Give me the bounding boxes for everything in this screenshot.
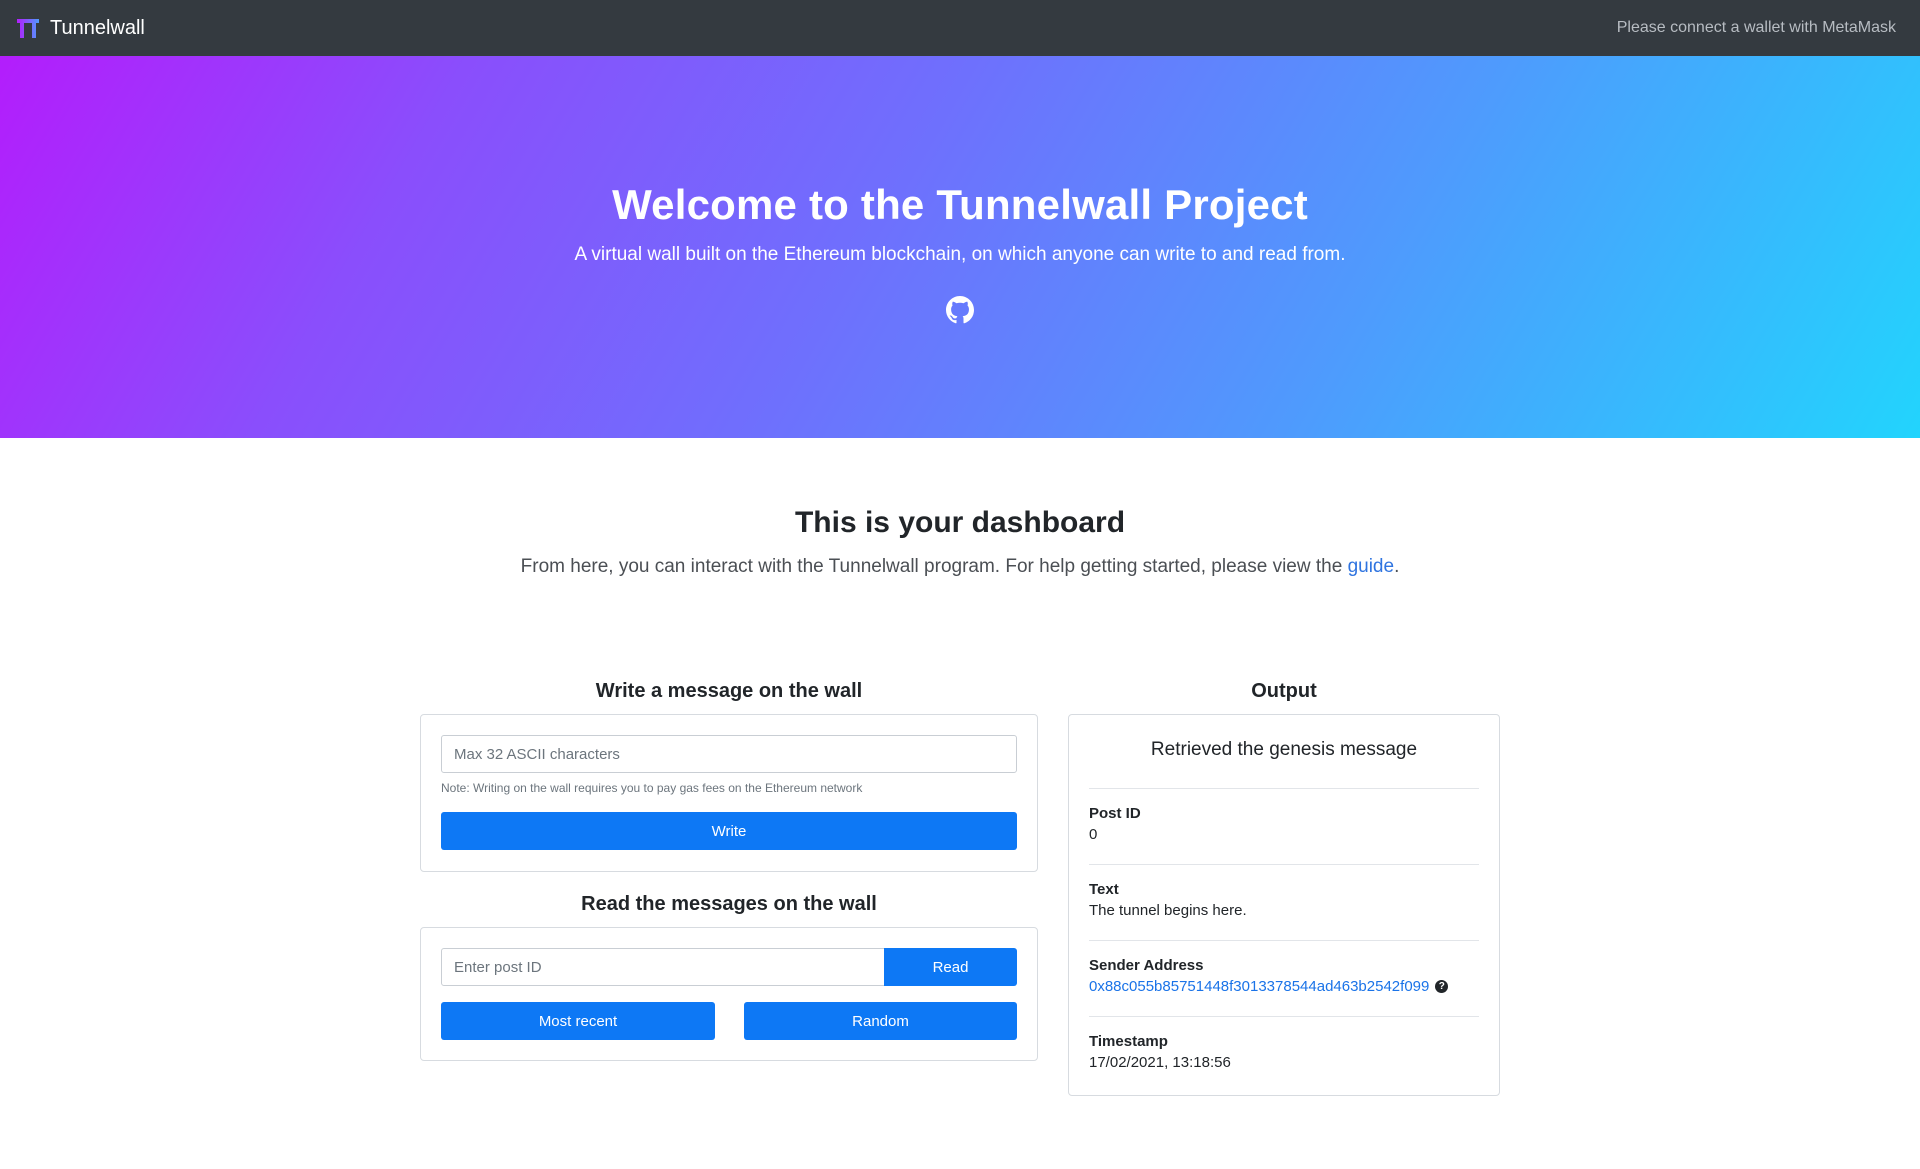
text-label: Text: [1089, 881, 1119, 898]
guide-link[interactable]: guide: [1348, 556, 1395, 577]
output-divider: [1089, 940, 1479, 941]
text-value: The tunnel begins here.: [1089, 902, 1247, 919]
github-icon: [946, 296, 974, 324]
dashboard-subtitle-period: .: [1394, 556, 1400, 577]
sender-address-link[interactable]: 0x88c055b85751448f3013378544ad463b2542f0…: [1089, 978, 1429, 995]
hero-banner: Welcome to the Tunnelwall Project A virt…: [0, 56, 1920, 438]
most-recent-button[interactable]: Most recent: [441, 1002, 715, 1040]
output-divider: [1089, 864, 1479, 865]
timestamp-value: 17/02/2021, 13:18:56: [1089, 1054, 1231, 1071]
hero-title: Welcome to the Tunnelwall Project: [612, 181, 1308, 228]
read-heading: Read the messages on the wall: [581, 893, 877, 915]
post-id-value: 0: [1089, 826, 1098, 843]
hero-subtitle: A virtual wall built on the Ethereum blo…: [574, 244, 1346, 265]
post-id-label: Post ID: [1089, 805, 1141, 822]
brand-name: Tunnelwall: [50, 16, 145, 39]
read-card: Read Most recent Random: [420, 927, 1038, 1061]
post-id-input[interactable]: [441, 948, 885, 986]
output-card: Retrieved the genesis message Post ID 0 …: [1068, 714, 1500, 1096]
output-divider: [1089, 788, 1479, 789]
output-heading: Output: [1251, 680, 1317, 702]
write-heading: Write a message on the wall: [595, 680, 863, 702]
dashboard-subtitle: From here, you can interact with the Tun…: [0, 556, 1920, 578]
gas-fee-note: Note: Writing on the wall requires you t…: [441, 781, 863, 795]
dashboard-title: This is your dashboard: [794, 506, 1126, 539]
output-divider: [1089, 1016, 1479, 1017]
write-button[interactable]: Write: [441, 812, 1017, 850]
random-button[interactable]: Random: [744, 1002, 1017, 1040]
output-title: Retrieved the genesis message: [1150, 739, 1418, 760]
sender-address-label: Sender Address: [1089, 957, 1204, 974]
write-card: Note: Writing on the wall requires you t…: [420, 714, 1038, 872]
dashboard-subtitle-text: From here, you can interact with the Tun…: [520, 556, 1348, 577]
timestamp-label: Timestamp: [1089, 1033, 1168, 1050]
tunnelwall-logo-icon: [17, 19, 39, 38]
message-input[interactable]: [441, 735, 1017, 773]
wallet-status: Please connect a wallet with MetaMask: [1616, 19, 1896, 36]
brand[interactable]: Tunnelwall: [16, 17, 145, 40]
github-link[interactable]: [946, 296, 974, 324]
read-button[interactable]: Read: [884, 948, 1017, 986]
sender-address-row: 0x88c055b85751448f3013378544ad463b2542f0…: [1089, 978, 1449, 995]
top-navbar: Tunnelwall Please connect a wallet with …: [0, 0, 1920, 56]
question-circle-icon[interactable]: ?: [1435, 979, 1449, 993]
